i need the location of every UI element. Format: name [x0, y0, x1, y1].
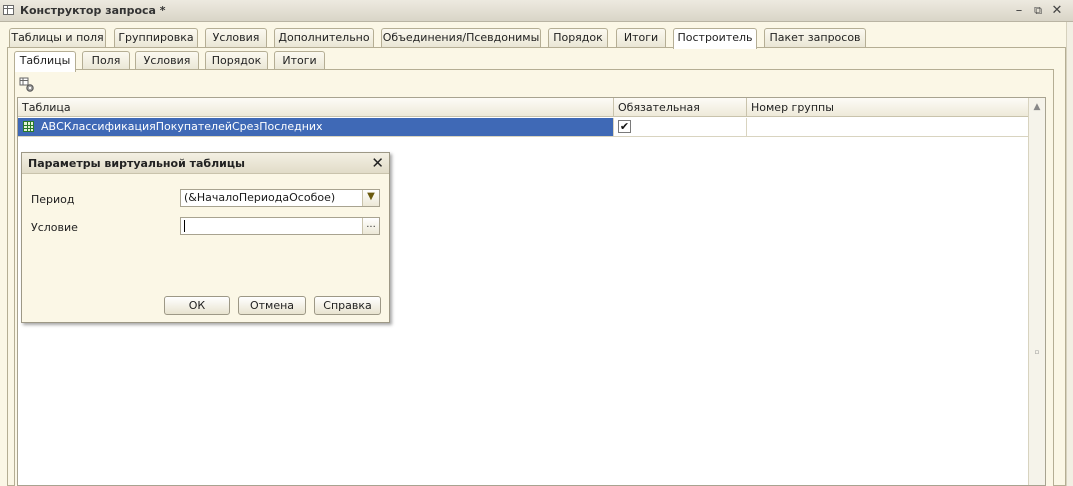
top-tabs: Таблицы и поля Группировка Условия Допол…: [0, 28, 1066, 49]
tab-order[interactable]: Порядок: [548, 28, 608, 47]
minimize-button[interactable]: –: [1011, 3, 1027, 19]
tab-query-batch[interactable]: Пакет запросов: [764, 28, 866, 47]
column-header-group-number[interactable]: Номер группы: [747, 98, 1029, 117]
close-icon[interactable]: ✕: [371, 154, 384, 172]
subtab-order[interactable]: Порядок: [205, 51, 268, 70]
window-scrollbar[interactable]: [1066, 22, 1073, 486]
table-settings-icon[interactable]: [19, 77, 35, 93]
tab-unions-aliases[interactable]: Объединения/Псевдонимы: [381, 28, 541, 47]
cancel-button[interactable]: Отмена: [238, 296, 306, 315]
table-row[interactable]: АВСКлассификацияПокупателейСрезПоследних…: [18, 118, 1029, 137]
window-title: Конструктор запроса *: [20, 4, 166, 17]
subtab-conditions[interactable]: Условия: [135, 51, 199, 70]
query-builder-icon: [3, 5, 14, 15]
period-field[interactable]: (&НачалоПериодаОсобое) ▼: [180, 189, 380, 207]
virtual-table-params-dialog: Параметры виртуальной таблицы ✕ Период (…: [21, 152, 390, 323]
scroll-thumb-icon[interactable]: ▫: [1029, 344, 1045, 361]
period-label: Период: [31, 193, 75, 206]
condition-field[interactable]: ...: [180, 217, 380, 235]
required-checkbox[interactable]: ✔: [618, 120, 631, 133]
close-window-button[interactable]: ✕: [1049, 3, 1065, 19]
tab-conditions[interactable]: Условия: [205, 28, 267, 47]
text-cursor: [184, 220, 185, 232]
chevron-down-icon[interactable]: ▼: [362, 190, 379, 206]
tab-totals[interactable]: Итоги: [616, 28, 666, 47]
scroll-up-icon[interactable]: ▲: [1029, 99, 1045, 116]
restore-button[interactable]: ⧉: [1030, 3, 1046, 19]
tab-grouping[interactable]: Группировка: [114, 28, 198, 47]
ellipsis-button[interactable]: ...: [362, 218, 379, 234]
help-button[interactable]: Справка: [314, 296, 381, 315]
tab-builder[interactable]: Построитель: [673, 28, 757, 49]
period-value: (&НачалоПериодаОсобое): [184, 191, 336, 204]
required-cell[interactable]: ✔: [614, 118, 747, 136]
group-number-cell[interactable]: [747, 118, 1029, 136]
subtab-totals[interactable]: Итоги: [274, 51, 325, 70]
sub-tabs: Таблицы Поля Условия Порядок Итоги: [0, 51, 1066, 72]
dialog-title: Параметры виртуальной таблицы: [28, 157, 245, 170]
virtual-table-icon: [23, 121, 34, 132]
grid-scrollbar[interactable]: ▲ ▫: [1028, 98, 1045, 485]
column-header-required[interactable]: Обязательная: [614, 98, 747, 117]
subtab-fields[interactable]: Поля: [82, 51, 130, 70]
ok-button[interactable]: ОК: [164, 296, 230, 315]
table-name: АВСКлассификацияПокупателейСрезПоследних: [41, 120, 323, 133]
subtab-tables[interactable]: Таблицы: [14, 51, 76, 72]
dialog-header: Параметры виртуальной таблицы ✕: [22, 153, 389, 174]
column-header-table[interactable]: Таблица: [18, 98, 614, 117]
tab-additional[interactable]: Дополнительно: [274, 28, 374, 47]
condition-label: Условие: [31, 221, 78, 234]
window-titlebar: Конструктор запроса * – ⧉ ✕: [0, 0, 1073, 22]
table-name-cell[interactable]: АВСКлассификацияПокупателейСрезПоследних: [18, 118, 614, 136]
tab-tables-and-fields[interactable]: Таблицы и поля: [9, 28, 106, 47]
